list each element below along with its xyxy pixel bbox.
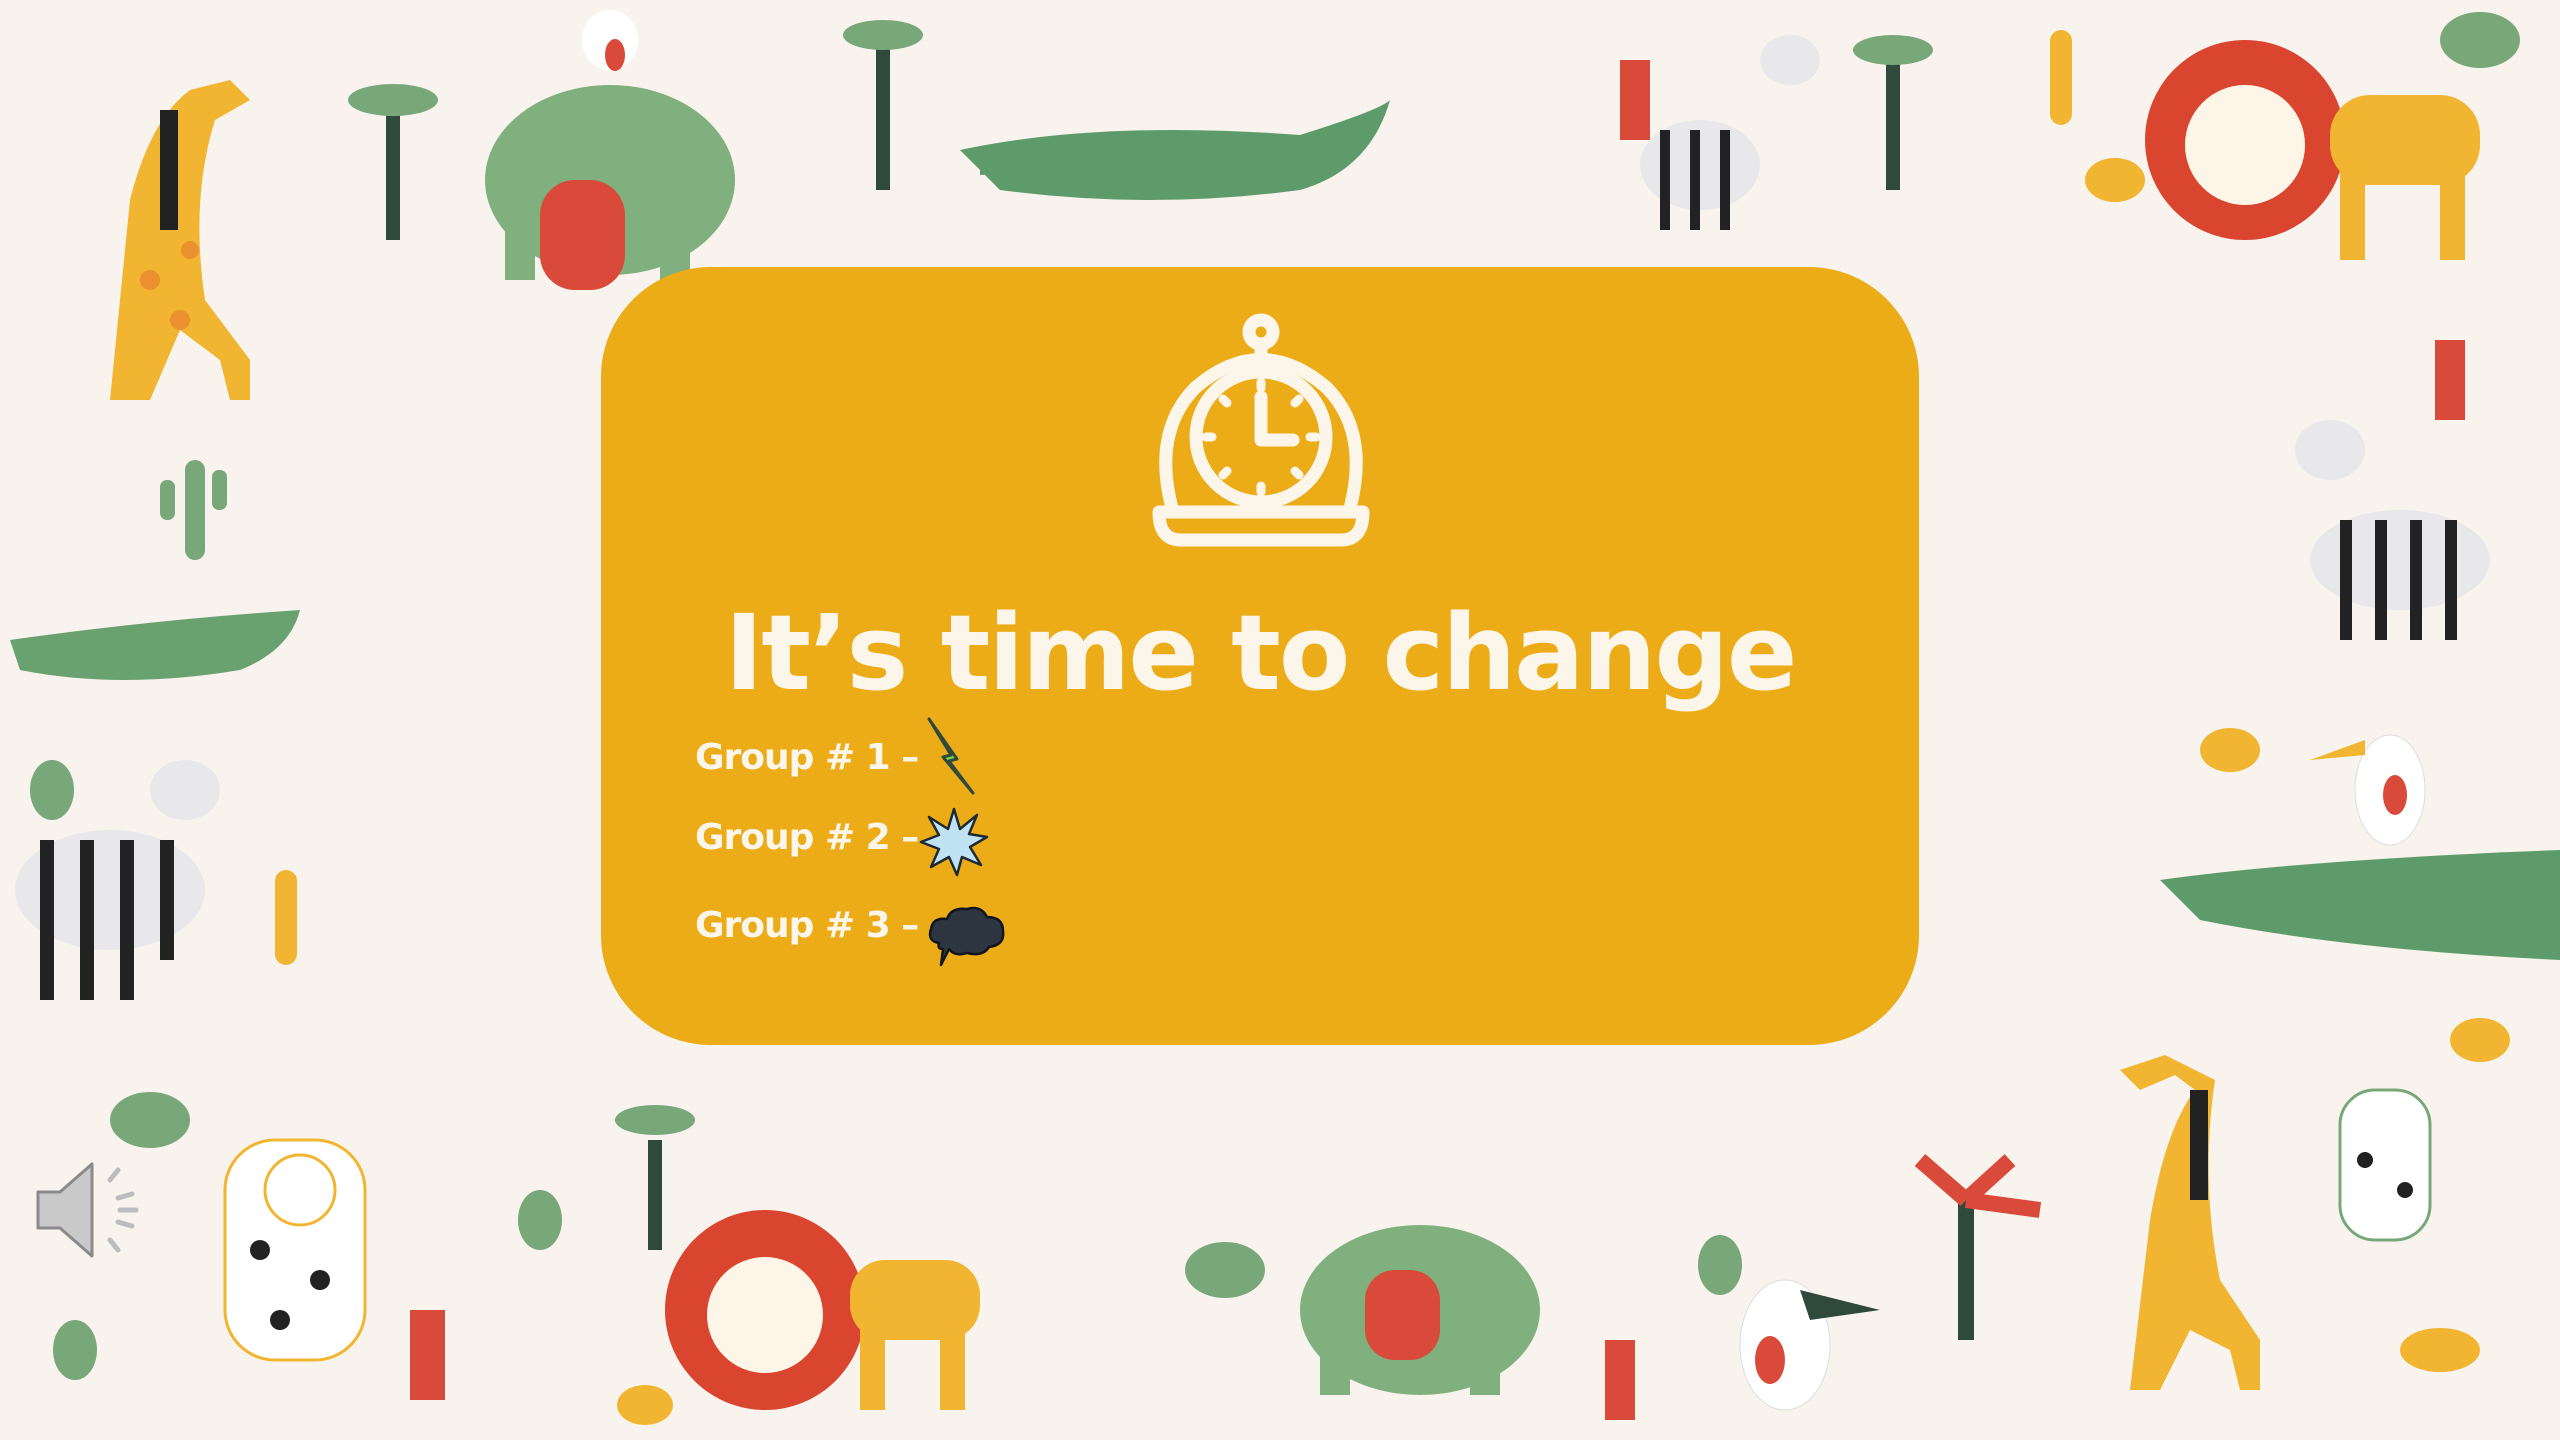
slide-card: It’s time to change Group # 1 – Group # … bbox=[601, 267, 1919, 1045]
lightning-bolt-icon bbox=[927, 717, 975, 795]
zebra-illustration bbox=[2295, 420, 2490, 640]
dark-cloud-icon bbox=[928, 906, 1005, 967]
leopard-illustration bbox=[223, 1138, 367, 1362]
elephant-illustration bbox=[1300, 1225, 1540, 1395]
slide-title: It’s time to change bbox=[724, 592, 1798, 714]
lion-illustration bbox=[2145, 40, 2480, 260]
group-1-label: Group # 1 – bbox=[695, 737, 919, 778]
lion-illustration bbox=[665, 1210, 980, 1410]
stopwatch-icon bbox=[1152, 313, 1370, 547]
toucan-illustration bbox=[2310, 734, 2426, 846]
crocodile-illustration bbox=[960, 100, 1390, 200]
crocodile-illustration bbox=[2160, 850, 2560, 960]
giraffe-illustration bbox=[2120, 1055, 2260, 1390]
toucan-illustration bbox=[1739, 1279, 1880, 1411]
leopard-illustration bbox=[2338, 1088, 2432, 1242]
crocodile-illustration bbox=[10, 610, 300, 680]
speaker-icon[interactable] bbox=[30, 1150, 160, 1270]
starburst-icon bbox=[919, 807, 989, 877]
giraffe-illustration bbox=[110, 80, 250, 400]
zebra-illustration bbox=[1640, 35, 1820, 230]
elephant-illustration bbox=[485, 10, 735, 290]
group-2-label: Group # 2 – bbox=[695, 817, 919, 858]
group-3-label: Group # 3 – bbox=[695, 905, 919, 946]
